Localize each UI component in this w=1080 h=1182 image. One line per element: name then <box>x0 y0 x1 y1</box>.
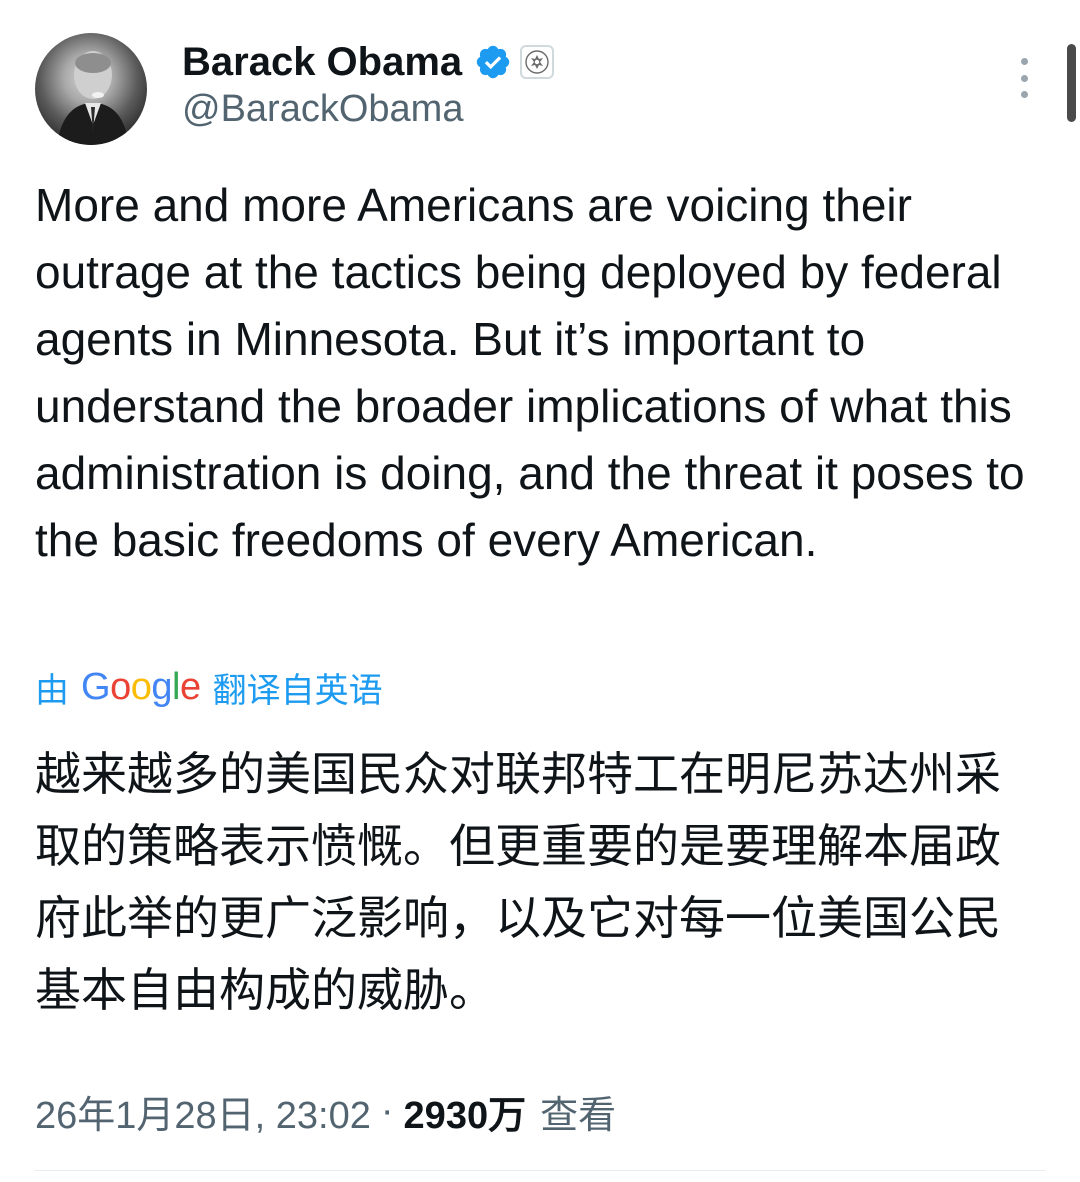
tweet-meta: 26年1月28日, 23:02 · 2930万 查看 <box>35 1084 616 1138</box>
translation-suffix: 翻译自英语 <box>212 670 383 711</box>
google-logo: Google <box>81 665 201 708</box>
tweet-text: More and more Americans are voicing thei… <box>35 179 1025 566</box>
translation-attribution[interactable]: 由 Google 翻译自英语 <box>35 662 383 712</box>
more-dot <box>1020 91 1028 98</box>
avatar[interactable] <box>35 33 147 145</box>
author-name-row: Barack Obama <box>182 38 555 86</box>
translation-prefix: 由 <box>35 670 69 711</box>
author-name[interactable]: Barack Obama <box>182 40 462 85</box>
views-label: 查看 <box>540 1094 617 1137</box>
translated-text: 越来越多的美国民众对联邦特工在明尼苏达州采取的策略表示愤慨。但更重要的是要理解本… <box>35 747 1001 1017</box>
verified-badge-icon[interactable] <box>474 43 512 81</box>
more-dot <box>1020 58 1028 65</box>
more-options-icon[interactable] <box>1012 58 1036 98</box>
divider <box>35 1170 1045 1171</box>
meta-separator: · <box>380 1089 394 1132</box>
more-dot <box>1020 74 1028 82</box>
views-count: 2930万 <box>403 1094 527 1137</box>
timestamp[interactable]: 26年1月28日, 23:02 <box>35 1084 371 1139</box>
author-handle[interactable]: @BarackObama <box>182 88 463 131</box>
scrollbar-thumb[interactable] <box>1067 44 1076 122</box>
presidential-seal-icon[interactable] <box>520 45 555 79</box>
